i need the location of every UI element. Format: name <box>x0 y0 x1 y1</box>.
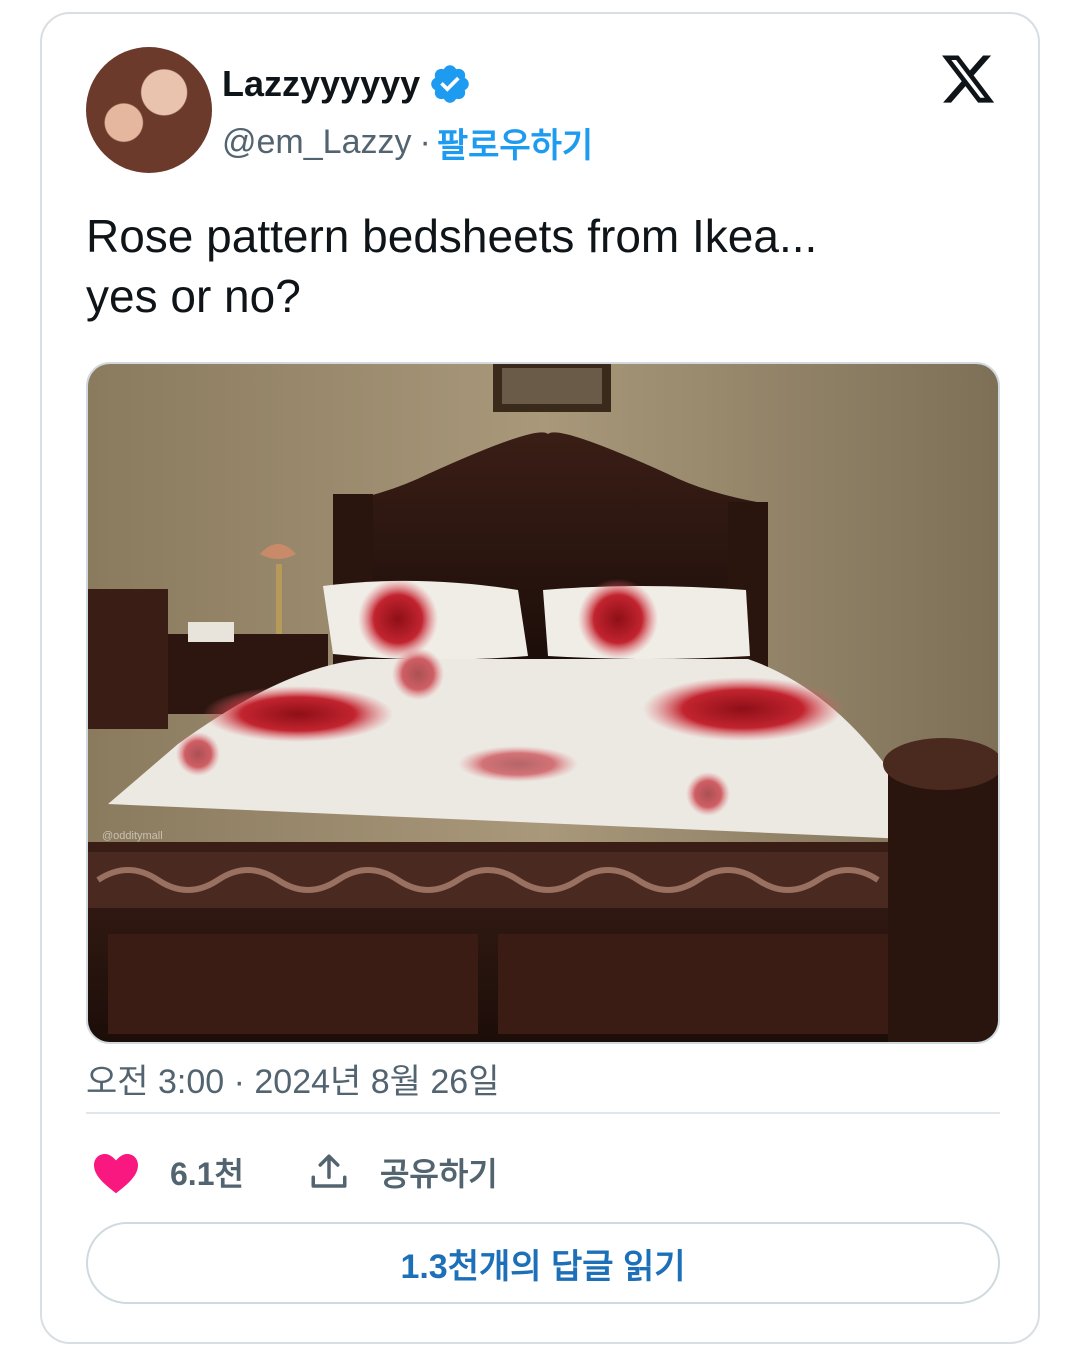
share-label: 공유하기 <box>379 1156 498 1192</box>
avatar[interactable] <box>86 47 212 173</box>
divider <box>86 1112 1000 1114</box>
action-bar: 6.1천 공유하기 <box>92 1142 498 1202</box>
bedroom-photo: @odditymall <box>88 364 998 1042</box>
image-watermark: @odditymall <box>102 830 163 842</box>
display-name[interactable]: Lazzyyyyyy <box>222 63 420 105</box>
separator: · <box>419 123 431 161</box>
read-replies-button[interactable]: 1.3천개의 답글 읽기 <box>86 1222 1000 1304</box>
follow-button[interactable]: 팔로우하기 <box>437 118 593 167</box>
x-logo-icon[interactable] <box>937 50 999 108</box>
verified-badge-icon <box>431 65 469 103</box>
tweet-card: Lazzyyyyyy @em_Lazzy · 팔로우하기 Rose patter… <box>40 12 1040 1344</box>
share-icon <box>311 1154 347 1188</box>
tweet-text: Rose pattern bedsheets from Ikea... yes … <box>86 210 818 322</box>
author-name-row: Lazzyyyyyy <box>222 62 472 106</box>
timestamp[interactable]: 오전 3:00 · 2024년 8월 26일 <box>86 1054 500 1103</box>
handle-row: @em_Lazzy · 팔로우하기 <box>222 118 593 167</box>
handle[interactable]: @em_Lazzy <box>222 123 411 162</box>
tweet-image[interactable]: @odditymall <box>86 362 1000 1044</box>
like-count: 6.1천 <box>170 1156 244 1192</box>
like-button[interactable]: 6.1천 <box>92 1149 244 1195</box>
heart-icon <box>94 1154 138 1194</box>
share-button[interactable]: 공유하기 <box>308 1149 498 1195</box>
